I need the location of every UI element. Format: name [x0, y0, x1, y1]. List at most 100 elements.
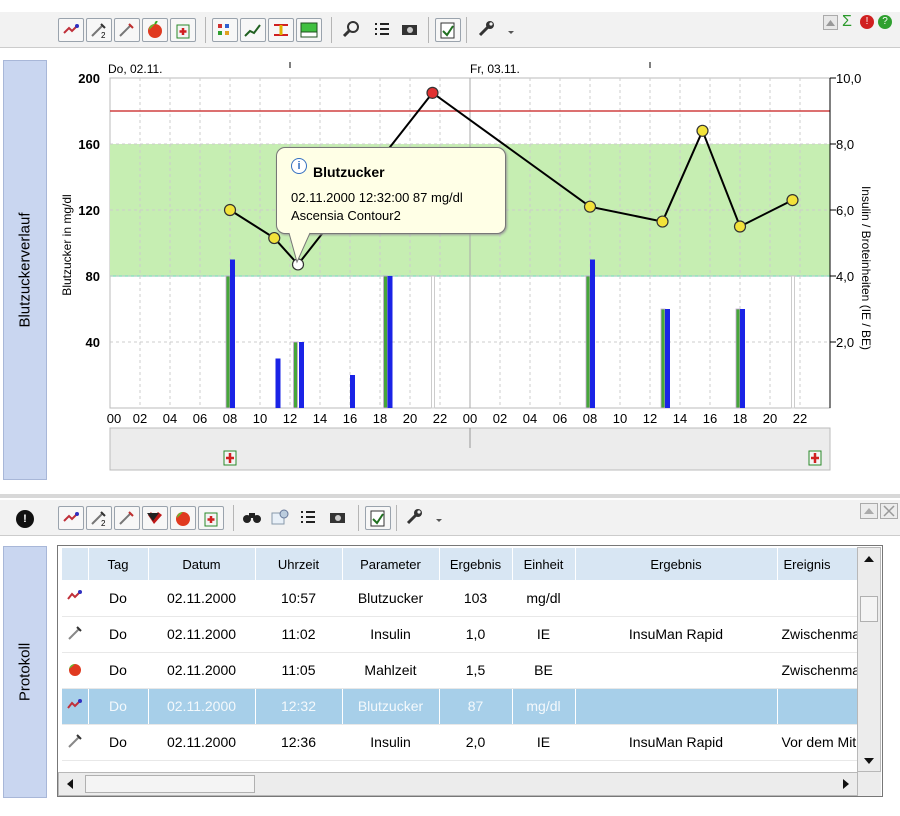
carb-bar [383, 275, 388, 409]
x-tick-label: 18 [733, 411, 747, 426]
tooltip: i Blutzucker 02.11.2000 12:32:00 87 mg/d… [276, 147, 506, 234]
toolbar-separator [358, 505, 359, 531]
x-tick-label: 00 [107, 411, 121, 426]
scroll-down-arrow-icon[interactable] [858, 750, 880, 772]
x-tick-label: 22 [433, 411, 447, 426]
insulin-icon [119, 511, 134, 525]
scrollbar-thumb[interactable] [860, 596, 878, 622]
insulin-bar [590, 259, 595, 408]
protocol-side-tab[interactable]: Protokoll [3, 546, 47, 798]
sport-button[interactable] [142, 506, 168, 530]
table-cell-tag: Do [88, 580, 149, 617]
left-tick-label: 160 [78, 137, 100, 152]
glucose-button[interactable] [58, 506, 84, 530]
marker-bar [431, 275, 435, 409]
table-row[interactable]: Do 02.11.2000 12:36 Insulin 2,0 IE InsuMan Rap… [62, 724, 858, 761]
x-tick-label: 12 [643, 411, 657, 426]
svg-text:2: 2 [101, 519, 106, 527]
right-tick-label: 10,0 [836, 71, 861, 86]
table-row[interactable]: Do 02.11.2000 10:57 Blutzucker 103 mg/dl [62, 580, 858, 617]
scroll-right-arrow-icon[interactable] [835, 773, 857, 795]
table-row[interactable]: Do 02.11.2000 11:02 Insulin 1,0 IE InsuMan Rap… [62, 616, 858, 653]
binoculars-icon [243, 513, 261, 523]
table-row[interactable]: Do 02.11.2000 12:32 Blutzucker 87 mg/dl [62, 688, 858, 725]
marker-bar [791, 275, 795, 409]
tooltip-pointer [288, 232, 311, 264]
tooltip-line1: 02.11.2000 12:32:00 87 mg/dl [291, 190, 463, 205]
column-header[interactable]: Tag [88, 548, 149, 580]
protocol-toolbar: ! 2 [0, 500, 900, 536]
column-header[interactable]: Datum [148, 548, 256, 580]
column-header[interactable]: Ergebnis [575, 548, 778, 580]
info-icon: i [291, 158, 307, 174]
table-cell-tag: Do [88, 724, 149, 761]
carb-bar [735, 308, 741, 409]
glucose-point [733, 220, 747, 233]
x-tick-label: 04 [523, 411, 537, 426]
table-cell-datum: 02.11.2000 [148, 616, 256, 653]
x-tick-label: 06 [193, 411, 207, 426]
column-header[interactable]: Parameter [342, 548, 440, 580]
triangle-up-icon [864, 508, 874, 514]
settings-button[interactable] [402, 506, 446, 530]
tooltip-line2: Ascensia Contour2 [291, 208, 401, 223]
camera-button[interactable] [326, 506, 352, 530]
left-tick-label: 120 [78, 203, 100, 218]
carb-bar [660, 308, 666, 409]
close-icon [883, 505, 895, 517]
horizontal-scrollbar[interactable] [58, 772, 858, 796]
scroll-up-arrow-icon[interactable] [858, 548, 880, 570]
x-tick-label: 08 [223, 411, 237, 426]
table-cell-datum: 02.11.2000 [148, 688, 256, 725]
wrench-icon [406, 509, 442, 525]
x-tick-label: 14 [673, 411, 687, 426]
table-header: Tag Datum Uhrzeit Parameter Ergebnis Ein… [62, 548, 858, 580]
table-row[interactable]: Do 02.11.2000 11:05 Mahlzeit 1,5 BE Zwischenma [62, 652, 858, 689]
scroll-up-button[interactable] [860, 503, 878, 519]
table-cell-datum: 02.11.2000 [148, 652, 256, 689]
vertical-scrollbar[interactable] [857, 547, 881, 772]
glucose-chart: 200 160 120 80 40 10,0 8,0 6,0 4,0 2,0 Blutzucker … [60, 62, 873, 471]
export-icon [370, 510, 385, 527]
search-button[interactable] [240, 506, 266, 530]
table-cell-uhrzeit: 12:32 [255, 688, 343, 725]
table-cell-parameter: Blutzucker [342, 688, 440, 725]
x-tick-label: 18 [373, 411, 387, 426]
table-cell-parameter: Insulin [342, 616, 440, 653]
insulin-button[interactable] [114, 506, 140, 530]
column-header[interactable]: Ereignis [777, 548, 858, 580]
insulin2-button[interactable]: 2 [86, 506, 112, 530]
carb-bar [293, 341, 298, 409]
toolbar-separator [396, 505, 397, 531]
scrollbar-corner [858, 772, 881, 796]
column-header[interactable]: Einheit [512, 548, 576, 580]
table-cell-einheit: BE [512, 652, 576, 689]
export-button[interactable] [365, 506, 391, 530]
x-tick-label: 10 [613, 411, 627, 426]
meal-button[interactable] [170, 506, 196, 530]
table-cell-ergebnis: 103 [439, 580, 513, 617]
filter-button[interactable] [268, 506, 294, 530]
close-button[interactable] [880, 503, 898, 519]
protocol-side-label: Protokoll [16, 642, 34, 702]
scroll-left-arrow-icon[interactable] [59, 773, 81, 795]
scrollbar-thumb[interactable] [85, 775, 255, 793]
table-cell-tag: Do [88, 652, 149, 689]
column-header[interactable]: Ergebnis [439, 548, 513, 580]
table-cell-tag: Do [88, 688, 149, 725]
chart-pane: 2 Σ ! ? Blutzuckerverlauf 200 160 120 80 40 1… [0, 0, 900, 490]
insulin-bar [350, 375, 355, 408]
protocol-table: Tag Datum Uhrzeit Parameter Ergebnis Ein… [62, 548, 858, 761]
filter-icon [271, 509, 289, 525]
insulin-bar [665, 309, 670, 408]
column-header[interactable]: Uhrzeit [255, 548, 343, 580]
list-button[interactable] [296, 506, 322, 530]
column-header[interactable] [62, 548, 89, 580]
apple-icon [176, 512, 190, 526]
table-cell-ereignis: Vor dem Mit [777, 724, 858, 761]
table-cell-ereignis [777, 580, 858, 617]
syringe-icon [62, 724, 89, 761]
table-cell-ergebnis2 [575, 688, 778, 725]
medkit-button[interactable] [198, 506, 224, 530]
table-cell-ergebnis2: InsuMan Rapid [575, 616, 778, 653]
